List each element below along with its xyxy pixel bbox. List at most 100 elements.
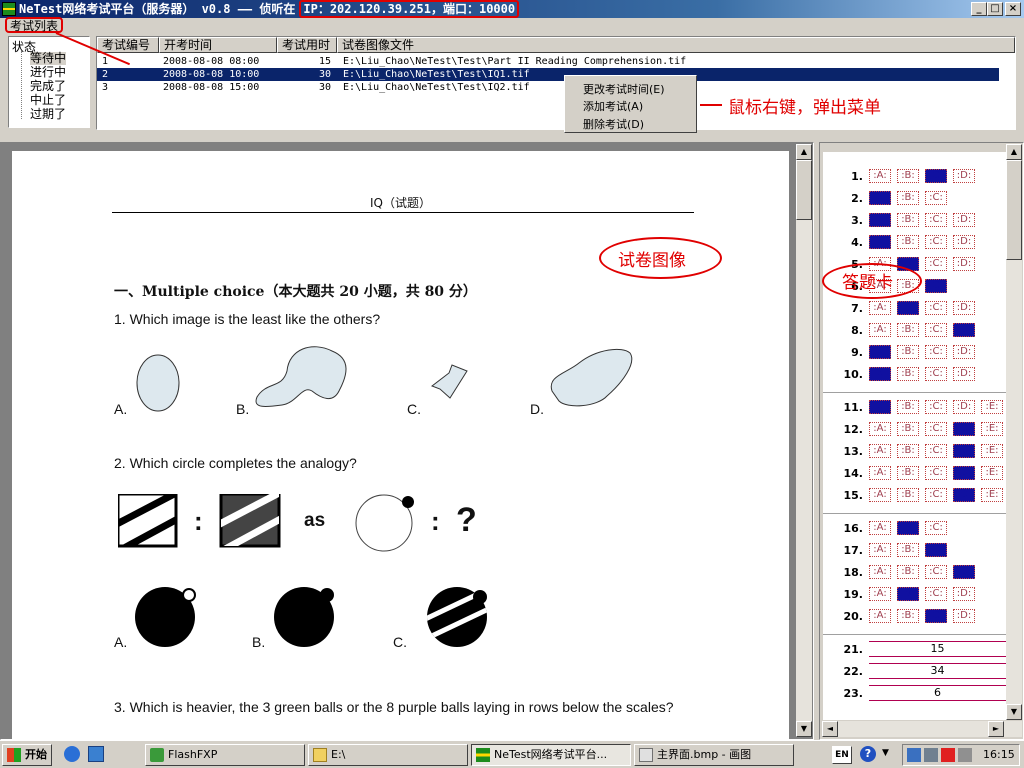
answer-option-c[interactable]: :C: — [925, 323, 947, 337]
status-item-aborted[interactable]: 中止了 — [30, 94, 66, 107]
answer-option-c[interactable]: :C: — [925, 488, 947, 502]
answer-option-c[interactable]: :C: — [925, 235, 947, 249]
fill-in-answer[interactable]: 6 — [869, 685, 1006, 701]
answer-option-e[interactable]: :E: — [981, 422, 1003, 436]
answer-card[interactable]: 1.:A::B::C::D: 2.:A::B::C: 3.:A::B::C::D: 4… — [823, 152, 1006, 720]
scroll-down-button[interactable]: ▼ — [796, 721, 812, 737]
status-item-waiting[interactable]: 等待中 — [30, 52, 67, 65]
maximize-button[interactable]: □ — [987, 2, 1003, 16]
answer-option-b[interactable]: :B: — [897, 609, 919, 623]
answer-option-a[interactable]: :A: — [869, 213, 891, 227]
answer-option-d[interactable]: :D: — [953, 587, 975, 601]
answer-option-b[interactable]: :B: — [897, 191, 919, 205]
answer-option-c[interactable]: :C: — [925, 191, 947, 205]
answer-option-c[interactable]: :C: — [925, 345, 947, 359]
answer-option-c[interactable]: :C: — [925, 301, 947, 315]
answer-option-a[interactable]: :A: — [869, 422, 891, 436]
language-indicator[interactable]: EN — [832, 746, 852, 764]
answer-option-c[interactable]: :C: — [925, 213, 947, 227]
answer-option-a[interactable]: :A: — [869, 191, 891, 205]
answer-option-b[interactable]: :B: — [897, 444, 919, 458]
answer-option-b[interactable]: :B: — [897, 213, 919, 227]
fill-in-answer[interactable]: 15 — [869, 641, 1006, 657]
menu-exam-list[interactable]: 考试列表 — [5, 17, 64, 33]
answer-option-a[interactable]: :A: — [869, 345, 891, 359]
answer-option-b[interactable]: :B: — [897, 345, 919, 359]
answer-option-d[interactable]: :D: — [953, 169, 975, 183]
task-paint[interactable]: 主界面.bmp - 画图 — [634, 744, 794, 766]
answer-option-c[interactable]: :C: — [925, 422, 947, 436]
start-button[interactable]: 开始 — [2, 744, 52, 766]
answer-option-e[interactable]: :E: — [981, 444, 1003, 458]
card-scroll-right-button[interactable]: ► — [988, 721, 1004, 737]
device-icon[interactable] — [924, 748, 938, 762]
answer-option-d[interactable]: :D: — [953, 213, 975, 227]
column-header-start[interactable]: 开考时间 — [159, 37, 277, 53]
table-row[interactable]: 1 2008-08-08 08:00 15 E:\Liu_Chao\NeTest… — [97, 55, 999, 68]
task-explorer[interactable]: E:\ — [308, 744, 468, 766]
menu-item-delete-exam[interactable]: 删除考试(D) — [583, 116, 644, 132]
answer-option-c[interactable]: :C: — [925, 466, 947, 480]
table-row[interactable]: 2 2008-08-08 10:00 30 E:\Liu_Chao\NeTest… — [97, 68, 999, 81]
antivirus-icon[interactable] — [941, 748, 955, 762]
fill-in-answer[interactable]: 34 — [869, 663, 1006, 679]
minimize-button[interactable]: _ — [971, 2, 987, 16]
status-tree[interactable]: 状态 等待中 进行中 完成了 中止了 过期了 — [8, 36, 90, 128]
answer-option-d[interactable]: :D: — [953, 488, 975, 502]
card-scroll-down-button[interactable]: ▼ — [1006, 704, 1022, 720]
answer-option-a[interactable]: :A: — [869, 543, 891, 557]
card-scroll-thumb[interactable] — [1006, 160, 1022, 260]
answer-option-c[interactable]: :C: — [925, 169, 947, 183]
column-header-duration[interactable]: 考试用时 — [277, 37, 337, 53]
answer-option-c[interactable]: :C: — [925, 367, 947, 381]
answer-option-b[interactable]: :B: — [897, 543, 919, 557]
answer-option-a[interactable]: :A: — [869, 565, 891, 579]
answer-option-d[interactable]: :D: — [953, 400, 975, 414]
answer-option-b[interactable]: :B: — [897, 169, 919, 183]
status-item-finished[interactable]: 完成了 — [30, 80, 66, 93]
answer-option-c[interactable]: :C: — [925, 521, 947, 535]
answer-option-b[interactable]: :B: — [897, 367, 919, 381]
answer-option-a[interactable]: :A: — [869, 587, 891, 601]
status-item-expired[interactable]: 过期了 — [30, 108, 66, 121]
answer-option-c[interactable]: :C: — [925, 257, 947, 271]
answer-option-b[interactable]: :B: — [897, 587, 919, 601]
answer-option-c[interactable]: :C: — [925, 400, 947, 414]
answer-option-b[interactable]: :B: — [897, 301, 919, 315]
answer-option-d[interactable]: :D: — [953, 235, 975, 249]
close-button[interactable]: × — [1005, 2, 1021, 16]
status-item-running[interactable]: 进行中 — [30, 66, 66, 79]
answer-option-d[interactable]: :D: — [953, 345, 975, 359]
answer-option-a[interactable]: :A: — [869, 444, 891, 458]
column-header-file[interactable]: 试卷图像文件 — [337, 37, 1015, 53]
answer-option-d[interactable]: :D: — [953, 367, 975, 381]
answer-option-a[interactable]: :A: — [869, 169, 891, 183]
card-scroll-left-button[interactable]: ◄ — [822, 721, 838, 737]
menu-item-change-time[interactable]: 更改考试时间(E) — [583, 81, 665, 97]
answer-option-c[interactable]: :C: — [925, 543, 947, 557]
answer-option-c[interactable]: :C: — [925, 444, 947, 458]
desktop-icon[interactable] — [88, 746, 104, 762]
answer-option-b[interactable]: :B: — [897, 400, 919, 414]
card-hscrollbar[interactable]: ◄ ► — [822, 721, 1022, 737]
answer-option-d[interactable]: :D: — [953, 466, 975, 480]
answer-option-d[interactable]: :D: — [953, 609, 975, 623]
scroll-up-button[interactable]: ▲ — [796, 144, 812, 160]
answer-option-c[interactable]: :C: — [925, 609, 947, 623]
answer-option-c[interactable]: :C: — [925, 587, 947, 601]
answer-option-b[interactable]: :B: — [897, 466, 919, 480]
answer-option-b[interactable]: :B: — [897, 521, 919, 535]
answer-option-d[interactable]: :D: — [953, 257, 975, 271]
network-icon[interactable] — [907, 748, 921, 762]
answer-option-a[interactable]: :A: — [869, 400, 891, 414]
tray-arrow-icon[interactable]: ▼ — [882, 748, 894, 760]
answer-option-d[interactable]: :D: — [953, 301, 975, 315]
answer-option-a[interactable]: :A: — [869, 488, 891, 502]
answer-option-e[interactable]: :E: — [981, 400, 1003, 414]
answer-option-d[interactable]: :D: — [953, 565, 975, 579]
task-netest[interactable]: NeTest网络考试平台... — [471, 744, 631, 766]
answer-option-a[interactable]: :A: — [869, 367, 891, 381]
answer-option-e[interactable]: :E: — [981, 466, 1003, 480]
answer-option-b[interactable]: :B: — [897, 565, 919, 579]
answer-option-d[interactable]: :D: — [953, 323, 975, 337]
